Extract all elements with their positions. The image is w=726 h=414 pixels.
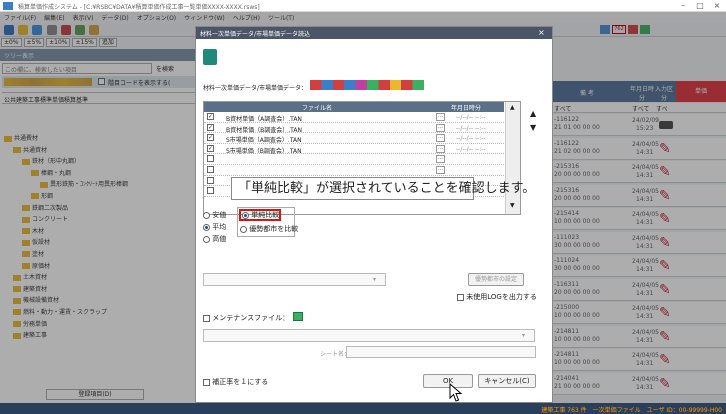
file-checkbox[interactable]: ✓: [207, 134, 214, 142]
maximize-icon[interactable]: □: [693, 1, 707, 11]
mouse-cursor-icon: [449, 383, 463, 402]
file-row[interactable]: ✓ B資材単価（B調査会）.TAN… --/--/-- --:--: [204, 123, 504, 134]
col-file-date: 年月日時分: [451, 105, 482, 112]
maintenance-checkbox[interactable]: [203, 314, 210, 322]
unused-log-label: 未使用LOGを出力する: [466, 293, 537, 301]
file-row[interactable]: ✓ S市場単価（A調査会）.TAN… --/--/-- --:--: [204, 133, 504, 144]
close-icon[interactable]: ×: [710, 1, 724, 11]
unused-log-checkbox[interactable]: [457, 293, 464, 301]
browse-icon[interactable]: …: [436, 134, 445, 143]
file-date: --/--/-- --:--: [456, 124, 486, 132]
correction-checkbox[interactable]: [203, 378, 210, 386]
ok-button[interactable]: OK: [423, 374, 473, 388]
instruction-callout: 「単純比較」が選択されていることを確認します。: [231, 177, 535, 200]
radio-low[interactable]: [203, 211, 210, 219]
maintenance-row: メンテナンスファイル：: [203, 313, 289, 323]
browse-icon[interactable]: …: [436, 113, 445, 121]
status-text: 建築工事 763 件 一次単価ファイル ユーザ ID：00-99999-H00: [541, 407, 722, 414]
radio-average-label: 平均: [212, 223, 227, 231]
file-checkbox[interactable]: [207, 166, 214, 173]
data-type-icons[interactable]: [310, 80, 424, 90]
scroll-up-icon[interactable]: ▲: [510, 104, 515, 111]
city-dropdown-icon[interactable]: ▾: [373, 276, 376, 283]
file-row[interactable]: ✓ B資材単価（A調査会）.TAN… --/--/-- --:--: [204, 112, 504, 123]
radio-simple-compare[interactable]: [242, 211, 249, 219]
window-title: 積算単価作成システム - [C:¥RSBC¥DATA¥積算単価作成工事一覧単価X…: [18, 4, 260, 11]
move-up-icon[interactable]: ▲: [530, 109, 536, 118]
radio-simple-compare-label: 単純比較: [251, 211, 280, 219]
maintenance-dropdown-icon[interactable]: ▾: [522, 332, 525, 339]
file-scrollbar[interactable]: ▲ ▼: [505, 102, 520, 214]
file-date: --/--/-- --:--: [456, 145, 486, 153]
browse-icon[interactable]: …: [436, 123, 445, 132]
data-label: 材料一次単価データ/市場単価データ：: [203, 85, 308, 92]
file-table-header: ファイル名 年月日時分: [204, 102, 504, 112]
browse-icon[interactable]: …: [436, 166, 445, 174]
scroll-down-icon[interactable]: ▼: [510, 202, 515, 209]
file-row[interactable]: …: [204, 154, 504, 165]
file-checkbox[interactable]: [207, 155, 214, 163]
radio-city-compare-label: 優勢都市を比較: [249, 225, 299, 233]
radio-high[interactable]: [203, 235, 210, 243]
maintenance-file-field[interactable]: [203, 329, 535, 342]
cancel-button[interactable]: キャンセル(C): [478, 374, 536, 388]
dialog-close-icon[interactable]: ×: [538, 28, 545, 37]
browse-icon[interactable]: …: [436, 155, 445, 164]
city-settings-button[interactable]: 優勢都市の設定: [468, 273, 524, 286]
city-field[interactable]: [203, 273, 386, 286]
file-checkbox[interactable]: [207, 176, 214, 184]
title-bar: 積算単価作成システム - [C:¥RSBC¥DATA¥積算単価作成工事一覧単価X…: [0, 0, 726, 12]
radio-city-compare[interactable]: [240, 225, 247, 233]
unused-log-row: 未使用LOGを出力する: [457, 292, 537, 302]
compare-mode-group: 単純比較 優勢都市を比較: [237, 207, 299, 237]
dialog-title: 材料一次単価データ/市場単価データ読込: [196, 27, 552, 39]
maintenance-file-icon[interactable]: [293, 312, 303, 321]
browse-icon[interactable]: …: [436, 144, 445, 153]
file-checkbox[interactable]: [207, 187, 214, 195]
file-checkbox[interactable]: ✓: [207, 144, 214, 152]
import-icon: [203, 49, 217, 65]
file-row[interactable]: …: [204, 165, 504, 176]
import-dialog: 材料一次単価データ/市場単価データ読込 × 材料一次単価データ/市場単価データ：…: [195, 26, 553, 403]
file-checkbox[interactable]: ✓: [207, 113, 214, 120]
simple-compare-highlight: 単純比較: [239, 209, 281, 221]
sheet-field[interactable]: [346, 346, 536, 358]
status-bar: 建築工事 763 件 一次単価ファイル ユーザ ID：00-99999-H00: [0, 403, 726, 414]
maintenance-label: メンテナンスファイル：: [212, 314, 290, 322]
file-checkbox[interactable]: ✓: [207, 123, 214, 131]
file-date: --/--/-- --:--: [456, 135, 486, 143]
correction-label: 補正率を１にする: [212, 378, 269, 386]
minimize-icon[interactable]: –: [676, 1, 690, 11]
app-icon: [3, 2, 13, 10]
radio-high-label: 高値: [212, 235, 227, 243]
file-date: --/--/-- --:--: [456, 114, 486, 121]
radio-average[interactable]: [203, 223, 210, 231]
move-down-icon[interactable]: ▼: [530, 123, 536, 132]
col-filename: ファイル名: [302, 105, 333, 112]
radio-low-label: 安値: [212, 211, 227, 219]
price-mode-group: 安値 平均 高値: [203, 209, 239, 251]
correction-row: 補正率を１にする: [203, 377, 268, 387]
file-row[interactable]: ✓ S市場単価（B調査会）.TAN… --/--/-- --:--: [204, 144, 504, 155]
